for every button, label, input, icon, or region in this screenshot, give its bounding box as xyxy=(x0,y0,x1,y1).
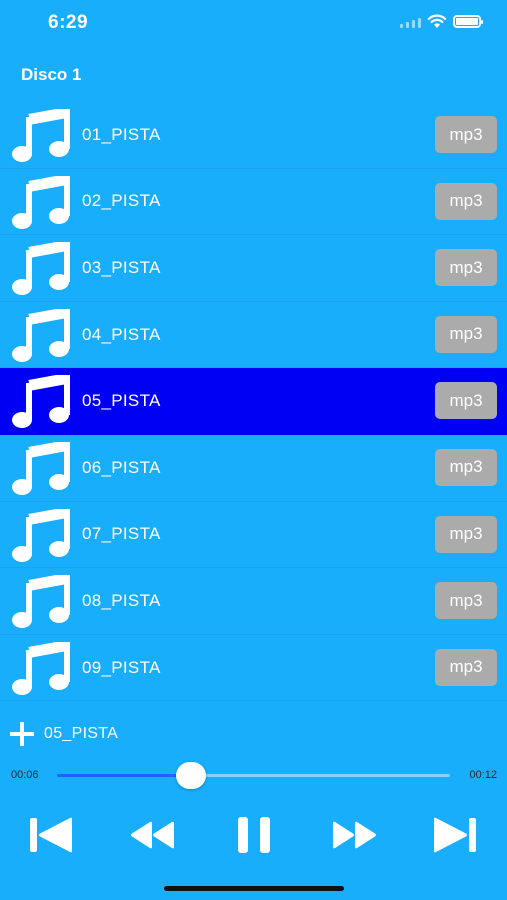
status-icons xyxy=(400,14,483,29)
skip-next-button[interactable] xyxy=(432,812,478,858)
music-note-icon xyxy=(12,639,70,696)
music-note-icon xyxy=(12,306,70,363)
track-list: 01_PISTA mp3 02_PISTA mp3 03_PISTA mp3 04_PIST… xyxy=(0,102,507,702)
track-row[interactable]: 03_PISTA mp3 xyxy=(0,235,507,302)
track-row[interactable]: 01_PISTA mp3 xyxy=(0,102,507,169)
music-note-icon xyxy=(12,173,70,230)
format-badge[interactable]: mp3 xyxy=(435,448,497,486)
pause-icon xyxy=(238,817,270,853)
skip-previous-button[interactable] xyxy=(28,812,74,858)
format-badge[interactable]: mp3 xyxy=(435,116,497,153)
track-row[interactable]: 02_PISTA mp3 xyxy=(0,169,507,236)
plus-icon[interactable] xyxy=(10,722,34,746)
progress-slider-fill xyxy=(57,774,191,777)
music-note-icon xyxy=(12,107,70,163)
elapsed-time: 00:06 xyxy=(11,769,39,781)
progress-slider[interactable] xyxy=(57,762,450,789)
playback-controls xyxy=(0,812,507,858)
track-name: 08_PISTA xyxy=(82,590,161,610)
track-name: 02_PISTA xyxy=(82,191,161,211)
track-name: 05_PISTA xyxy=(82,391,161,411)
music-note-icon xyxy=(12,439,70,496)
track-row[interactable]: 08_PISTA mp3 xyxy=(0,568,507,635)
battery-icon xyxy=(453,15,483,28)
format-badge[interactable]: mp3 xyxy=(435,249,497,287)
cellular-signal-icon xyxy=(400,16,421,28)
track-row[interactable]: 04_PISTA mp3 xyxy=(0,302,507,369)
now-playing-row[interactable]: 05_PISTA xyxy=(10,722,118,746)
track-row[interactable]: 05_PISTA mp3 xyxy=(0,368,507,435)
track-name: 06_PISTA xyxy=(82,457,161,477)
status-bar: 6:29 xyxy=(0,0,507,48)
format-badge[interactable]: mp3 xyxy=(435,515,497,553)
now-playing-title: 05_PISTA xyxy=(44,725,119,742)
section-title: Disco 1 xyxy=(21,65,82,84)
progress-slider-thumb[interactable] xyxy=(175,762,206,789)
format-badge[interactable]: mp3 xyxy=(435,648,497,686)
wifi-icon xyxy=(427,14,447,28)
fast-forward-button[interactable] xyxy=(331,812,377,858)
format-badge[interactable]: mp3 xyxy=(435,582,497,620)
format-badge[interactable]: mp3 xyxy=(435,315,497,353)
music-note-icon xyxy=(12,373,70,429)
music-note-icon xyxy=(12,573,70,629)
total-time: 00:12 xyxy=(469,769,497,781)
pause-button[interactable] xyxy=(235,812,273,858)
rewind-button[interactable] xyxy=(130,812,176,858)
track-name: 09_PISTA xyxy=(82,657,161,677)
track-row[interactable]: 06_PISTA mp3 xyxy=(0,435,507,502)
music-note-icon xyxy=(12,506,70,563)
status-time: 6:29 xyxy=(48,12,89,33)
track-name: 03_PISTA xyxy=(82,257,161,277)
track-name: 04_PISTA xyxy=(82,324,161,344)
track-name: 07_PISTA xyxy=(82,524,161,544)
music-note-icon xyxy=(12,240,70,296)
rewind-icon xyxy=(131,821,174,849)
format-badge[interactable]: mp3 xyxy=(435,182,497,220)
track-name: 01_PISTA xyxy=(82,124,161,144)
fast-forward-icon xyxy=(333,821,376,849)
track-row[interactable]: 07_PISTA mp3 xyxy=(0,502,507,569)
playback-progress: 00:06 00:12 xyxy=(0,762,507,789)
track-row[interactable]: 09_PISTA mp3 xyxy=(0,635,507,702)
skip-next-icon xyxy=(434,817,476,853)
home-indicator[interactable] xyxy=(164,886,344,891)
skip-previous-icon xyxy=(30,817,72,853)
format-badge[interactable]: mp3 xyxy=(435,382,497,420)
